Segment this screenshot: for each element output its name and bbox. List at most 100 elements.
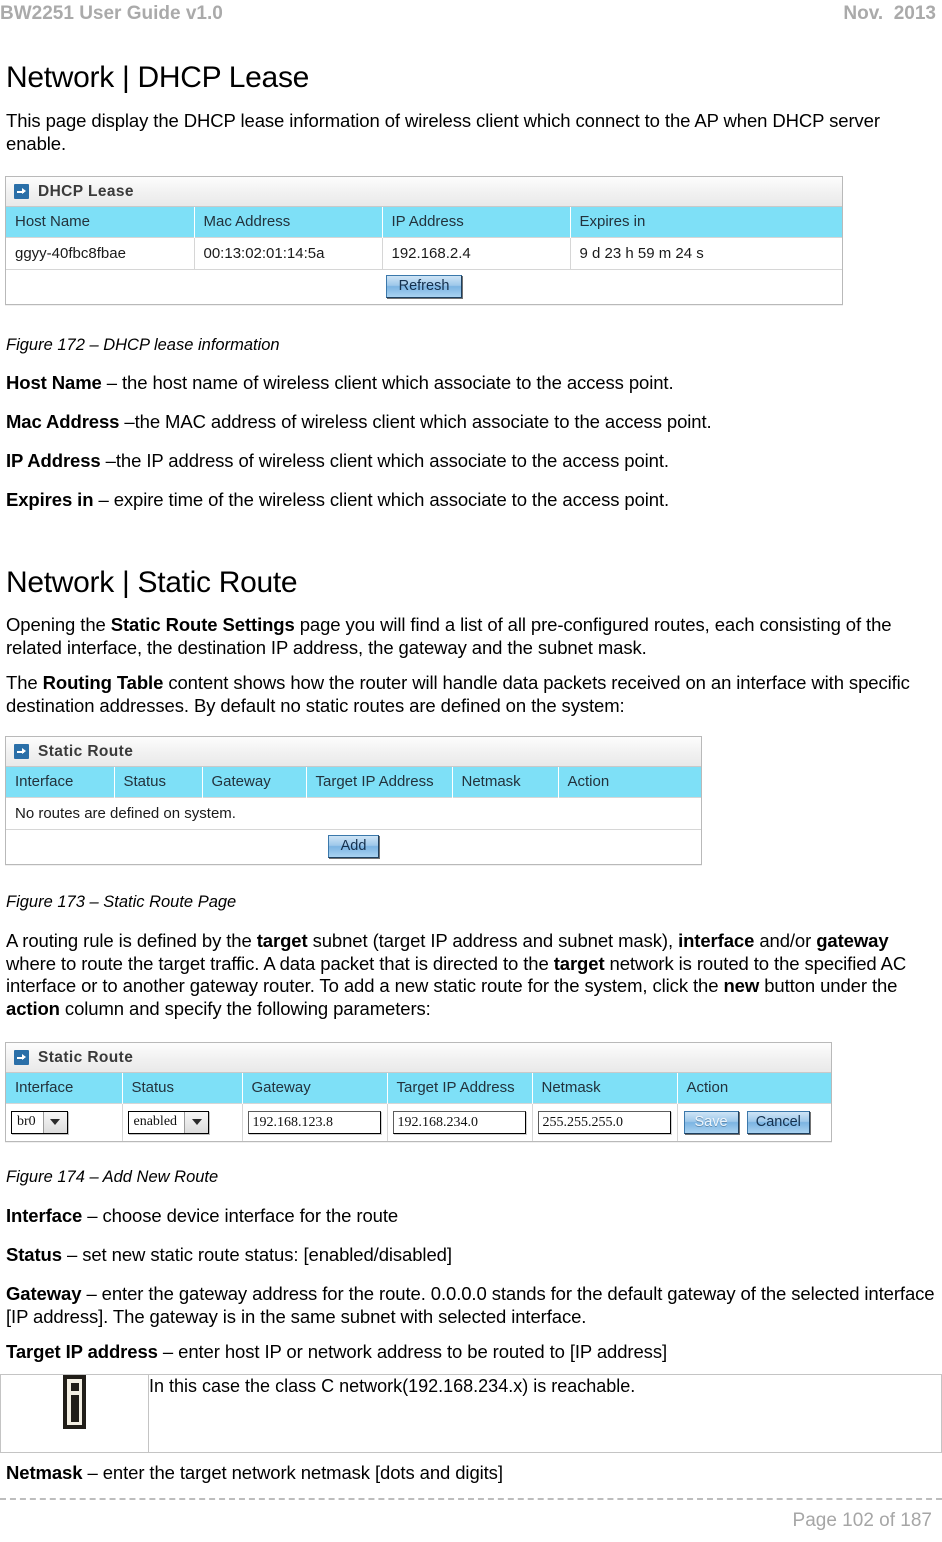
add-route-table: Interface Status Gateway Target IP Addre… [6, 1073, 831, 1142]
column-header-status: Status [114, 767, 203, 797]
definition-expires-in: Expires in – expire time of the wireless… [6, 489, 936, 512]
document-header: BW2251 User Guide v1.0 Nov. 2013 [0, 0, 942, 34]
document-footer: Page 102 of 187 [0, 1498, 942, 1542]
column-header-status: Status [122, 1073, 243, 1103]
note-text: In this case the class C network(192.168… [148, 1374, 942, 1453]
status-select[interactable]: enabled [127, 1110, 210, 1134]
chevron-down-icon [42, 1111, 67, 1133]
definition-status: Status – set new static route status: [e… [6, 1244, 936, 1267]
definition-mac-address: Mac Address –the MAC address of wireless… [6, 411, 936, 434]
para3-bold-gateway: gateway [816, 930, 889, 951]
info-icon [63, 1375, 86, 1429]
header-guide-title: BW2251 User Guide v1.0 [0, 3, 223, 24]
para1-part-a: Opening the [6, 614, 111, 635]
definition-gateway: Gateway – enter the gateway address for … [6, 1283, 938, 1328]
chevron-down-icon [184, 1111, 209, 1133]
definition-netmask: Netmask – enter the target network netma… [6, 1462, 936, 1485]
dhcp-lease-table: Host Name Mac Address IP Address Expires… [6, 207, 842, 305]
dhcp-lease-panel-title: DHCP Lease [38, 182, 134, 200]
page-title-static-route: Network | Static Route [6, 566, 298, 599]
figure-173-caption: Figure 173 – Static Route Page [6, 893, 237, 911]
dhcp-lease-panel-titlebar: DHCP Lease [6, 177, 842, 207]
arrow-right-icon [14, 1050, 29, 1065]
para3-bold-target-1: target [256, 930, 308, 951]
column-header-host-name: Host Name [6, 207, 195, 237]
table-header-row: Interface Status Gateway Target IP Addre… [6, 1073, 831, 1103]
dhcp-intro-paragraph: This page display the DHCP lease informa… [6, 110, 880, 154]
definition-host-name: Host Name – the host name of wireless cl… [6, 372, 936, 395]
refresh-button-cell: Refresh [6, 268, 842, 305]
save-button[interactable]: Save [683, 1110, 739, 1135]
definition-ip-address: IP Address –the IP address of wireless c… [6, 450, 936, 473]
column-header-interface: Interface [6, 767, 115, 797]
note-row: In this case the class C network(192.168… [0, 1374, 942, 1453]
add-button[interactable]: Add [327, 834, 380, 859]
para3-bold-target-2: target [553, 952, 605, 974]
status-select-value: enabled [133, 1114, 178, 1130]
column-header-expires-in: Expires in [570, 207, 842, 237]
cell-status-select: enabled [122, 1102, 243, 1142]
column-header-gateway: Gateway [242, 1073, 388, 1103]
definition-text-expires-in: – expire time of the wireless client whi… [93, 489, 670, 510]
definition-text-host-name: – the host name of wireless client which… [101, 372, 674, 393]
definition-interface: Interface – choose device interface for … [6, 1205, 936, 1228]
definition-term-netmask: Netmask [6, 1462, 83, 1483]
column-header-action: Action [677, 1073, 831, 1103]
cell-netmask-input: 255.255.255.0 [532, 1102, 678, 1142]
definition-term-gateway: Gateway [6, 1283, 82, 1304]
static-route-paragraph-1: Opening the Static Route Settings page y… [6, 614, 936, 659]
column-header-gateway: Gateway [202, 767, 307, 797]
definition-text-gateway: – enter the gateway address for the rout… [6, 1283, 935, 1327]
para3-p6: button under the [759, 975, 898, 997]
interface-select[interactable]: br0 [11, 1110, 68, 1134]
column-header-netmask: Netmask [452, 767, 559, 797]
definition-text-interface: – choose device interface for the route [82, 1205, 399, 1226]
table-empty-row: No routes are defined on system. [6, 796, 701, 829]
page-title-dhcp-lease: Network | DHCP Lease [6, 61, 310, 94]
para1-bold-static-route-settings: Static Route Settings [110, 614, 295, 635]
definition-term-target-ip-address: Target IP address [6, 1341, 158, 1362]
target-ip-input[interactable]: 192.168.234.0 [392, 1110, 526, 1134]
arrow-right-icon [14, 744, 29, 759]
static-route-list-panel: Static Route Interface Status Gateway Ta… [5, 736, 702, 866]
definition-term-mac-address: Mac Address [6, 411, 120, 432]
column-header-interface: Interface [6, 1073, 123, 1103]
add-route-panel-title: Static Route [38, 1048, 134, 1066]
netmask-input[interactable]: 255.255.255.0 [537, 1110, 671, 1134]
definition-text-netmask: – enter the target network netmask [dots… [82, 1462, 503, 1483]
static-route-list-table: Interface Status Gateway Target IP Addre… [6, 767, 701, 865]
cell-target-ip-input: 192.168.234.0 [387, 1102, 533, 1142]
column-header-target-ip-address: Target IP Address [387, 1073, 533, 1103]
cell-action-buttons: Save Cancel [677, 1102, 831, 1142]
column-header-target-ip-address: Target IP Address [306, 767, 453, 797]
add-route-panel-titlebar: Static Route [6, 1043, 831, 1073]
add-button-cell: Add [6, 828, 701, 865]
static-route-list-titlebar: Static Route [6, 737, 701, 767]
para3-p4: where to route the target traffic. A dat… [6, 952, 554, 974]
column-header-action: Action [558, 767, 701, 797]
refresh-button[interactable]: Refresh [385, 274, 463, 299]
gateway-input[interactable]: 192.168.123.8 [247, 1110, 381, 1134]
cell-ip-address: 192.168.2.4 [382, 236, 571, 269]
definition-term-status: Status [6, 1244, 62, 1265]
para3-p3: and/or [754, 930, 817, 951]
note-callout: In this case the class C network(192.168… [0, 1374, 942, 1453]
note-table: In this case the class C network(192.168… [0, 1374, 942, 1453]
figure-174-caption: Figure 174 – Add New Route [6, 1168, 219, 1186]
para3-bold-interface: interface [678, 930, 755, 951]
table-footer-row: Refresh [6, 268, 842, 305]
table-row: ggyy-40fbc8fbae 00:13:02:01:14:5a 192.16… [6, 236, 842, 269]
para3-bold-new: new [723, 975, 760, 997]
static-route-paragraph-3: A routing rule is defined by the target … [6, 930, 938, 1020]
column-header-netmask: Netmask [532, 1073, 678, 1103]
definition-term-ip-address: IP Address [6, 450, 101, 471]
para3-p1: A routing rule is defined by the [6, 930, 257, 951]
table-footer-row: Add [6, 828, 701, 865]
cancel-button[interactable]: Cancel [746, 1110, 810, 1135]
cell-mac-address: 00:13:02:01:14:5a [194, 236, 383, 269]
cell-gateway-input: 192.168.123.8 [242, 1102, 388, 1142]
interface-select-value: br0 [17, 1114, 36, 1130]
definition-text-mac-address: –the MAC address of wireless client whic… [119, 411, 712, 432]
para3-p7: column and specify the following paramet… [59, 997, 431, 1019]
empty-state-message: No routes are defined on system. [6, 796, 701, 829]
